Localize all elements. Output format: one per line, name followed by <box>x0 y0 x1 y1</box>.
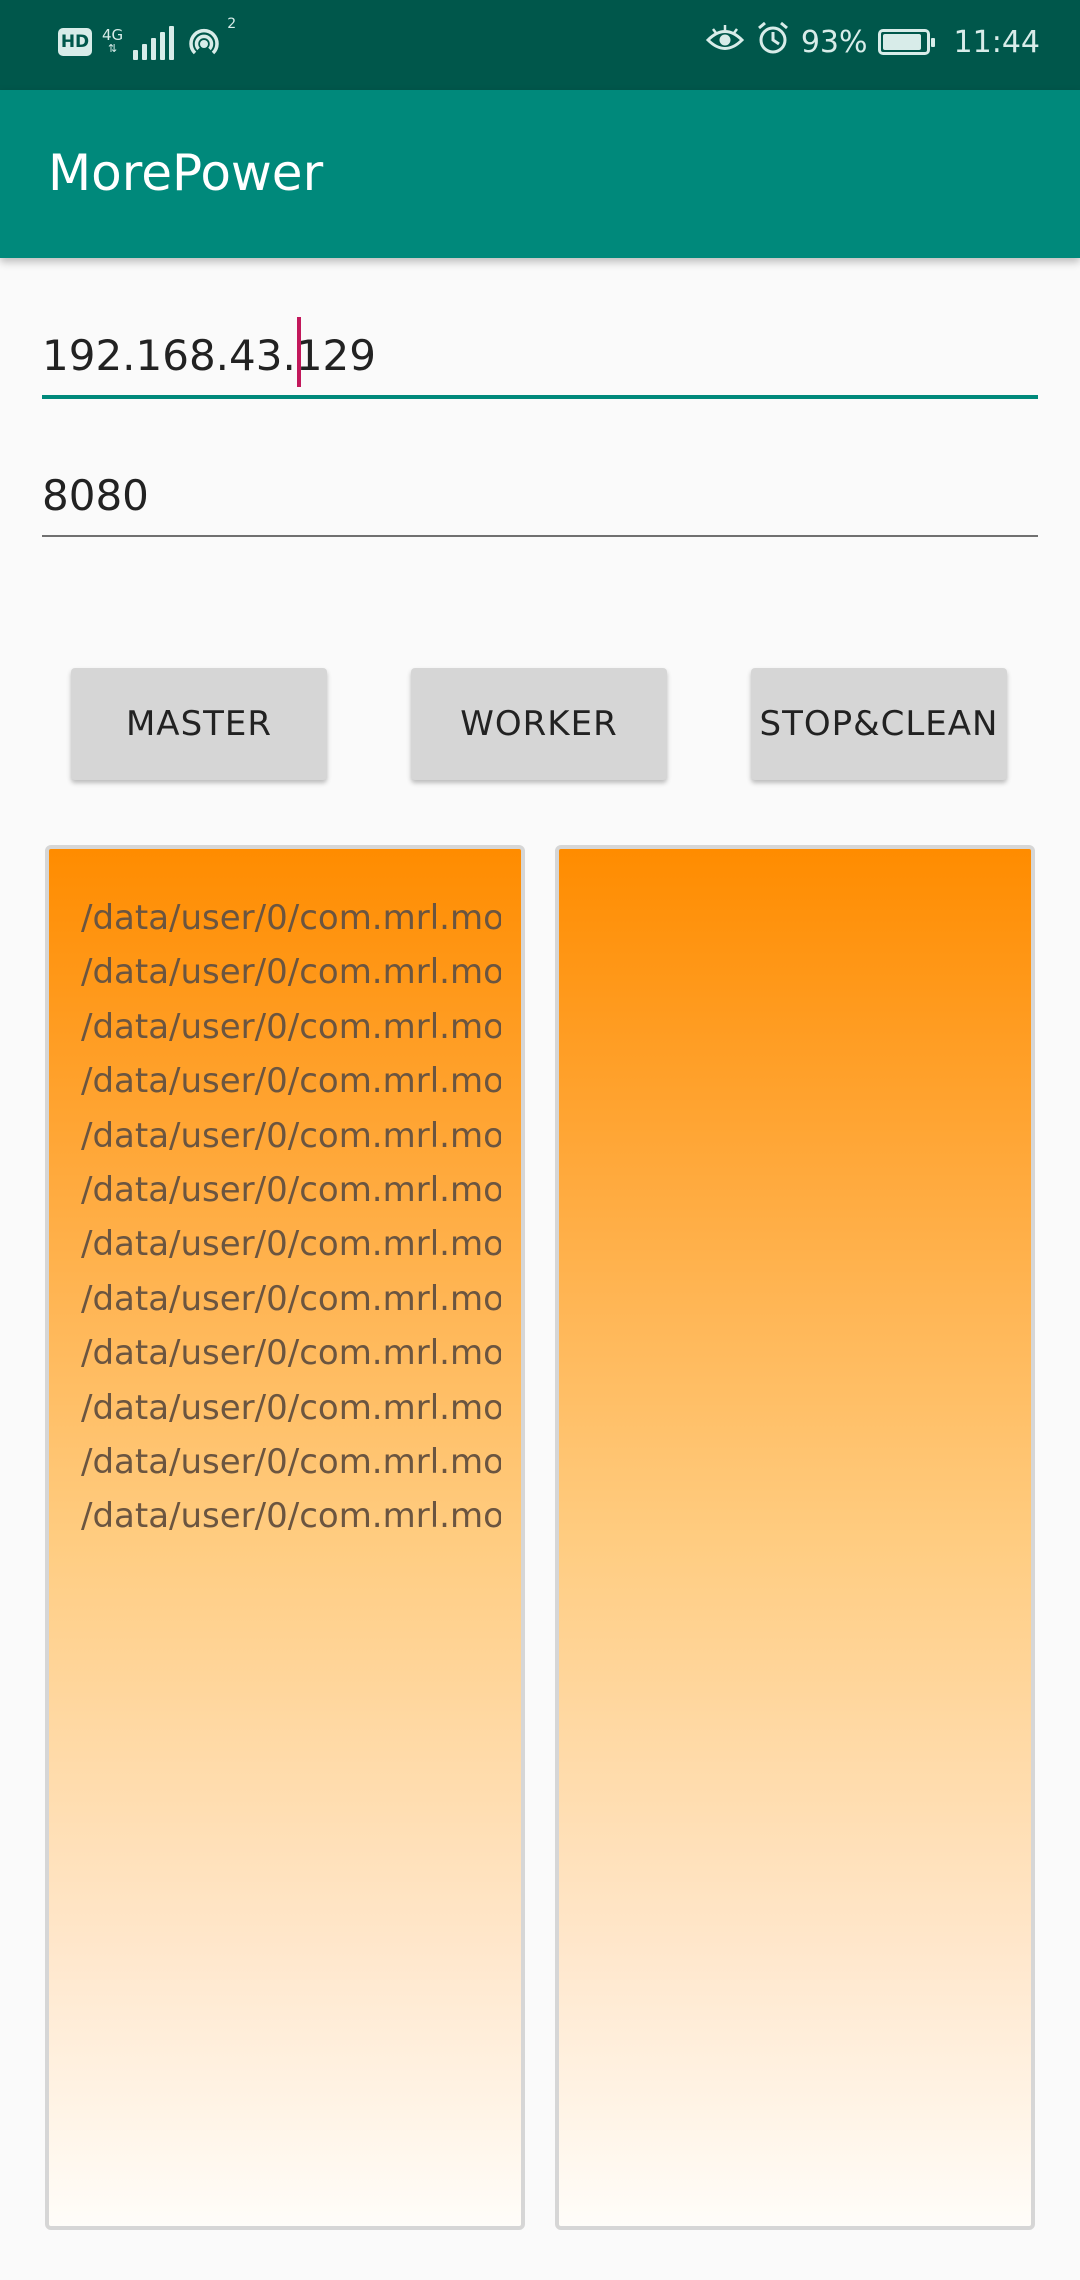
clock: 11:44 <box>953 24 1040 60</box>
port-input[interactable] <box>42 455 1038 535</box>
log-line: /data/user/0/com.mrl.morep <box>81 952 501 993</box>
stop-clean-button[interactable]: STOP&CLEAN <box>751 668 1007 780</box>
master-button[interactable]: MASTER <box>71 668 327 780</box>
log-line: /data/user/0/com.mrl.morep <box>81 1278 501 1319</box>
worker-button[interactable]: WORKER <box>411 668 667 780</box>
master-log-panel[interactable]: /data/user/0/com.mrl.morep/data/user/0/c… <box>45 845 525 2230</box>
worker-log-panel[interactable] <box>555 845 1035 2230</box>
status-left-group: HD 4G ⇅ 2 <box>58 16 236 62</box>
log-line: /data/user/0/com.mrl.morep <box>81 1441 501 1482</box>
log-line: /data/user/0/com.mrl.morep <box>81 1061 501 1102</box>
status-right-group: 93% 11:44 <box>705 20 1040 64</box>
hd-icon: HD <box>58 28 92 56</box>
log-line: /data/user/0/com.mrl.morep <box>81 1387 501 1428</box>
eye-comfort-icon <box>705 23 745 61</box>
hotspot-icon: 2 <box>184 16 236 62</box>
port-field[interactable] <box>42 455 1038 537</box>
status-bar: HD 4G ⇅ 2 93% 11:44 <box>0 0 1080 90</box>
ip-address-input[interactable] <box>42 315 1038 395</box>
log-line: /data/user/0/com.mrl.morep <box>81 1169 501 1210</box>
battery-icon <box>877 29 935 55</box>
signal-icon <box>133 24 175 60</box>
network-type-icon: 4G ⇅ <box>102 28 123 56</box>
log-line: /data/user/0/com.mrl.morep <box>81 1496 501 1537</box>
log-line: /data/user/0/com.mrl.morep <box>81 1333 501 1374</box>
battery-level <box>882 34 922 50</box>
data-arrows-icon: ⇅ <box>107 42 118 55</box>
battery-percent: 93% <box>800 24 868 60</box>
ip-address-field[interactable] <box>42 315 1038 399</box>
text-cursor <box>297 317 301 387</box>
log-line: /data/user/0/com.mrl.morep <box>81 1224 501 1265</box>
hotspot-count: 2 <box>227 16 237 32</box>
log-line: /data/user/0/com.mrl.morep <box>81 898 501 938</box>
network-type-label: 4G <box>102 26 124 44</box>
alarm-icon <box>755 20 791 64</box>
app-bar: MorePower <box>0 90 1080 258</box>
log-line: /data/user/0/com.mrl.morep <box>81 1006 501 1047</box>
app-title: MorePower <box>48 144 324 202</box>
master-log-list: /data/user/0/com.mrl.morep/data/user/0/c… <box>81 891 501 1544</box>
log-line: /data/user/0/com.mrl.morep <box>81 1115 501 1156</box>
